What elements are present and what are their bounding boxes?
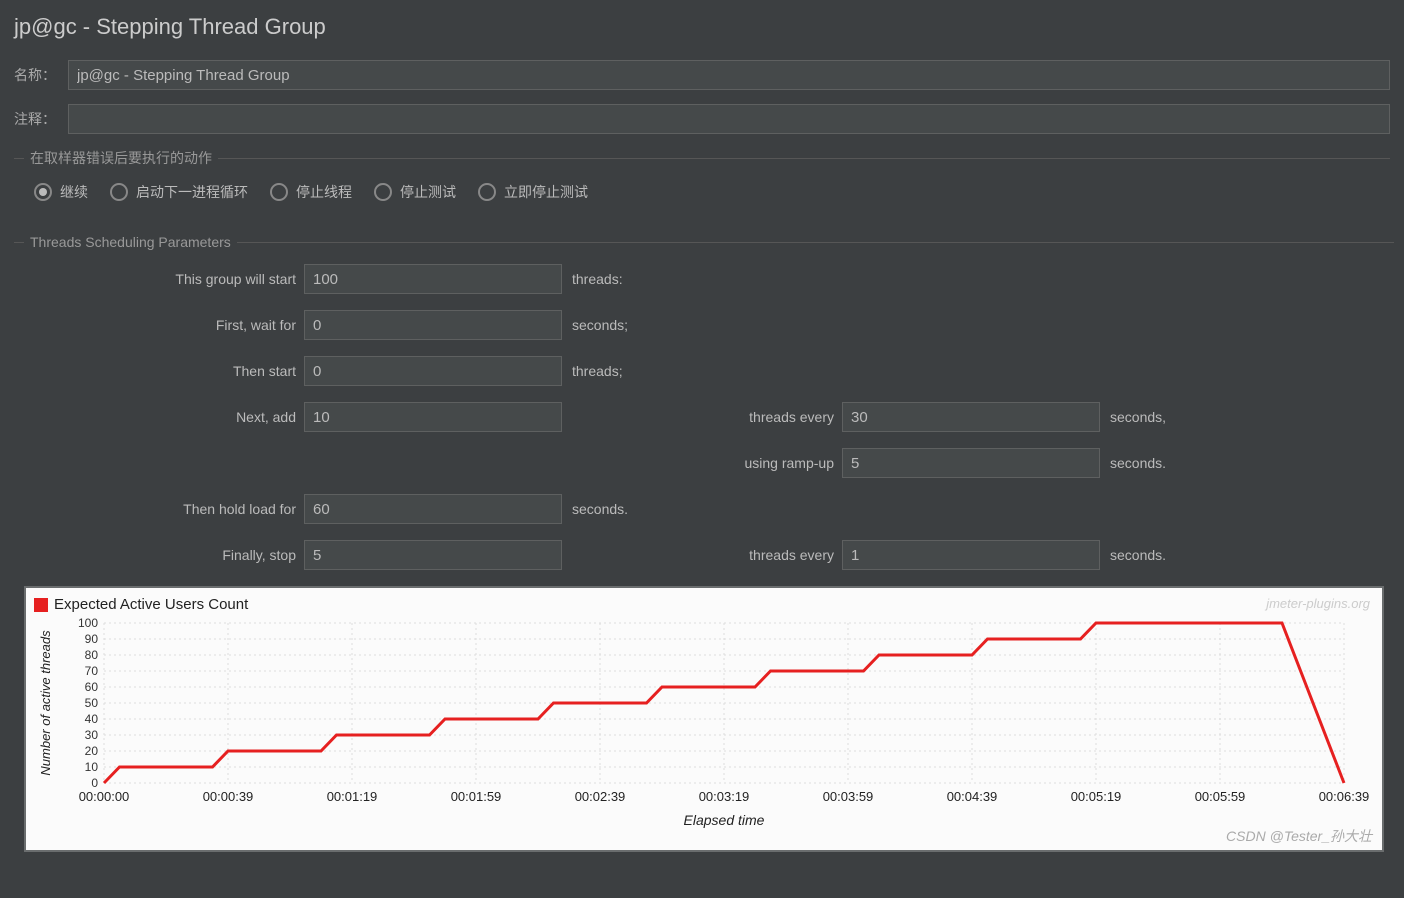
comment-label: 注释： (14, 109, 68, 129)
input-rampup[interactable] (842, 448, 1100, 478)
svg-text:10: 10 (85, 760, 99, 774)
watermark-bottom: CSDN @Tester_孙大壮 (1226, 826, 1372, 846)
label-using-rampup: using ramp-up (562, 455, 842, 471)
svg-text:Elapsed time: Elapsed time (684, 812, 765, 828)
radio-icon (110, 183, 128, 201)
label-next-add: Next, add (24, 409, 304, 425)
legend-swatch-icon (34, 598, 48, 612)
label-threads-colon: threads: (562, 271, 842, 287)
label-seconds-period: seconds. (1100, 455, 1250, 471)
radio-next-loop[interactable]: 启动下一进程循环 (110, 182, 248, 202)
input-stop[interactable] (304, 540, 562, 570)
svg-text:00:00:00: 00:00:00 (79, 789, 130, 804)
svg-text:20: 20 (85, 744, 99, 758)
input-first-wait[interactable] (304, 310, 562, 340)
svg-text:70: 70 (85, 664, 99, 678)
svg-text:100: 100 (78, 616, 98, 630)
page-title: jp@gc - Stepping Thread Group (14, 14, 1390, 40)
radio-icon (270, 183, 288, 201)
svg-text:00:03:59: 00:03:59 (823, 789, 874, 804)
label-hold-load: Then hold load for (24, 501, 304, 517)
svg-text:00:06:39: 00:06:39 (1319, 789, 1370, 804)
svg-text:50: 50 (85, 696, 99, 710)
svg-text:00:05:59: 00:05:59 (1195, 789, 1246, 804)
chart-title: Expected Active Users Count (54, 596, 248, 613)
label-then-start: Then start (24, 363, 304, 379)
radio-stop-now[interactable]: 立即停止测试 (478, 182, 588, 202)
radio-icon (478, 183, 496, 201)
svg-text:90: 90 (85, 632, 99, 646)
svg-text:00:04:39: 00:04:39 (947, 789, 998, 804)
error-action-group: 在取样器错误后要执行的动作 继续 启动下一进程循环 停止线程 停止测试 立即停止… (14, 148, 1390, 216)
svg-text:40: 40 (85, 712, 99, 726)
input-stop-every[interactable] (842, 540, 1100, 570)
input-hold[interactable] (304, 494, 562, 524)
svg-text:00:00:39: 00:00:39 (203, 789, 254, 804)
input-group-start[interactable] (304, 264, 562, 294)
radio-label: 继续 (60, 182, 88, 202)
comment-input[interactable] (68, 104, 1390, 134)
svg-text:Number of active threads: Number of active threads (38, 630, 53, 776)
label-seconds-semi: seconds; (562, 317, 842, 333)
name-input[interactable] (68, 60, 1390, 90)
radio-icon (374, 183, 392, 201)
radio-label: 停止测试 (400, 182, 456, 202)
input-then-start[interactable] (304, 356, 562, 386)
svg-text:00:01:59: 00:01:59 (451, 789, 502, 804)
label-threads-semi: threads; (562, 363, 842, 379)
watermark-top: jmeter-plugins.org (1266, 596, 1370, 611)
input-next-add[interactable] (304, 402, 562, 432)
label-seconds-period2: seconds. (562, 501, 842, 517)
label-threads-every: threads every (562, 409, 842, 425)
label-first-wait: First, wait for (24, 317, 304, 333)
error-action-legend: 在取样器错误后要执行的动作 (24, 148, 218, 168)
chart-legend: Expected Active Users Count (34, 596, 1374, 613)
radio-stop-test[interactable]: 停止测试 (374, 182, 456, 202)
svg-text:30: 30 (85, 728, 99, 742)
svg-text:00:01:19: 00:01:19 (327, 789, 378, 804)
scheduling-legend: Threads Scheduling Parameters (24, 234, 237, 250)
scheduling-group: Threads Scheduling Parameters This group… (14, 234, 1394, 866)
svg-text:00:03:19: 00:03:19 (699, 789, 750, 804)
label-group-start: This group will start (24, 271, 304, 287)
label-finally-stop: Finally, stop (24, 547, 304, 563)
label-seconds-comma: seconds, (1100, 409, 1250, 425)
radio-continue[interactable]: 继续 (34, 182, 88, 202)
svg-text:0: 0 (91, 776, 98, 790)
svg-text:80: 80 (85, 648, 99, 662)
svg-text:00:02:39: 00:02:39 (575, 789, 626, 804)
chart-svg: 0 10 20 30 40 50 60 70 80 90 100 00:00:00 00:00:39 00… (34, 613, 1374, 833)
input-add-every[interactable] (842, 402, 1100, 432)
radio-stop-thread[interactable]: 停止线程 (270, 182, 352, 202)
chart-preview: Expected Active Users Count jmeter-plugi… (24, 586, 1384, 852)
svg-text:60: 60 (85, 680, 99, 694)
radio-icon (34, 183, 52, 201)
label-seconds-period3: seconds. (1100, 547, 1250, 563)
svg-text:00:05:19: 00:05:19 (1071, 789, 1122, 804)
radio-label: 立即停止测试 (504, 182, 588, 202)
radio-label: 启动下一进程循环 (136, 182, 248, 202)
name-label: 名称： (14, 65, 68, 85)
radio-label: 停止线程 (296, 182, 352, 202)
label-threads-every2: threads every (562, 547, 842, 563)
